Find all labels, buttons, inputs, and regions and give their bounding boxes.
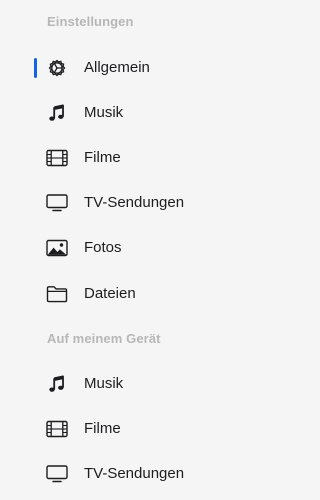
music-note-icon <box>45 101 69 125</box>
sidebar-item-tv-sendungen[interactable]: TV-Sendungen <box>0 184 319 222</box>
film-icon <box>45 417 69 441</box>
sidebar-item-label: Fotos <box>84 239 122 256</box>
sidebar-item-fotos[interactable]: Fotos <box>0 229 319 267</box>
sidebar-item-musik-device[interactable]: Musik <box>0 365 319 403</box>
selection-indicator <box>34 58 37 78</box>
sidebar-item-label: TV-Sendungen <box>84 465 185 482</box>
tv-icon <box>45 191 69 215</box>
sidebar-item-filme[interactable]: Filme <box>0 139 319 177</box>
sidebar-item-label: TV-Sendungen <box>84 194 185 211</box>
film-icon <box>45 146 69 170</box>
sidebar-item-label: Filme <box>84 420 121 437</box>
gear-icon <box>45 56 69 80</box>
sidebar-item-musik[interactable]: Musik <box>0 94 319 132</box>
sidebar-item-label: Musik <box>84 104 124 121</box>
music-note-icon <box>45 372 69 396</box>
sidebar-item-label: Musik <box>84 375 124 392</box>
sidebar-item-dateien[interactable]: Dateien <box>0 275 319 313</box>
section-header-einstellungen: Einstellungen <box>47 14 134 29</box>
photo-icon <box>45 236 69 260</box>
sidebar: Einstellungen Allgemein Musik Filme TV-S… <box>0 0 319 500</box>
sidebar-item-filme-device[interactable]: Filme <box>0 410 319 448</box>
sidebar-item-label: Filme <box>84 149 121 166</box>
tv-icon <box>45 462 69 486</box>
sidebar-item-tv-sendungen-device[interactable]: TV-Sendungen <box>0 455 319 493</box>
folder-icon <box>45 282 69 306</box>
sidebar-item-label: Allgemein <box>84 59 150 76</box>
sidebar-item-label: Dateien <box>84 285 136 302</box>
sidebar-item-allgemein[interactable]: Allgemein <box>0 49 319 87</box>
section-header-auf-meinem-geraet: Auf meinem Gerät <box>47 331 161 346</box>
